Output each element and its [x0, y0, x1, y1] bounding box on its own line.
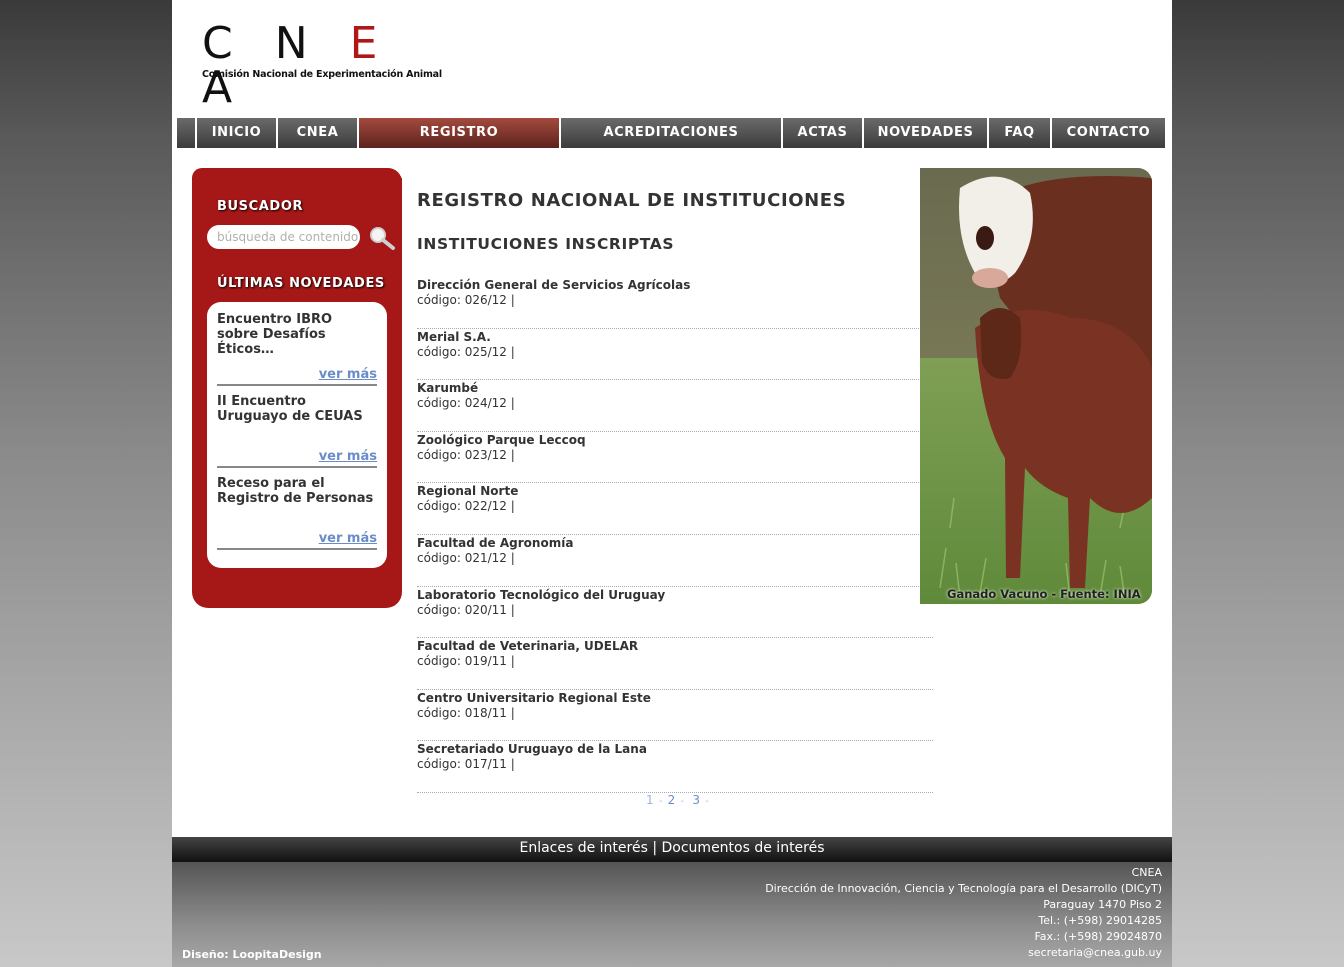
page-1[interactable]: 1: [646, 793, 654, 807]
institution-name[interactable]: Facultad de Veterinaria, UDELAR: [417, 639, 638, 653]
institution-code: código: 021/12 |: [417, 550, 515, 565]
search-input[interactable]: [207, 225, 360, 249]
cnea-logo[interactable]: C N E A Comisión Nacional de Experimenta…: [202, 18, 442, 113]
org-fax: Fax.: (+598) 29024870: [1034, 930, 1162, 943]
org-name: CNEA: [1131, 866, 1162, 879]
pager-separator: -: [702, 796, 709, 807]
list-item: Centro Universitario Regional Este código…: [417, 690, 933, 742]
section-subtitle: INSTITUCIONES INSCRIPTAS: [417, 235, 675, 253]
list-item: Facultad de Veterinaria, UDELAR código: 0…: [417, 638, 933, 690]
list-item: Zoológico Parque Leccoq código: 023/12 |: [417, 432, 933, 484]
institution-name[interactable]: Zoológico Parque Leccoq: [417, 433, 586, 447]
cattle-photo: [920, 168, 1152, 604]
list-item: Laboratorio Tecnológico del Uruguay códig…: [417, 587, 933, 639]
news-heading: ÚLTIMAS NOVEDADES: [217, 276, 385, 291]
page-2[interactable]: 2: [668, 793, 676, 807]
page: C N E A Comisión Nacional de Experimenta…: [172, 0, 1172, 967]
org-department: Dirección de Innovación, Ciencia y Tecno…: [765, 882, 1162, 895]
pager-separator: -: [655, 796, 666, 807]
list-item: Karumbé código: 024/12 |: [417, 380, 933, 432]
institution-name[interactable]: Dirección General de Servicios Agrícolas: [417, 278, 690, 292]
nav-inicio[interactable]: INICIO: [197, 118, 276, 148]
footer: CNEA Dirección de Innovación, Ciencia y …: [172, 862, 1172, 967]
search-icon: [370, 227, 395, 250]
institution-list: Dirección General de Servicios Agrícolas…: [417, 277, 933, 793]
page-title: REGISTRO NACIONAL DE INSTITUCIONES: [417, 190, 847, 211]
institution-code: código: 019/11 |: [417, 654, 515, 669]
logo-subtitle: Comisión Nacional de Experimentación Ani…: [202, 69, 442, 80]
nav-spacer: [177, 118, 195, 148]
news-item: Encuentro IBRO sobre Desafíos Éticos… ve…: [217, 312, 377, 386]
institution-name[interactable]: Regional Norte: [417, 484, 518, 498]
institution-name[interactable]: Merial S.A.: [417, 330, 491, 344]
institution-code: código: 025/12 |: [417, 344, 515, 359]
logo-mark: C N E A: [202, 18, 392, 113]
nav-registro-instituciones[interactable]: REGISTRO INSTITUCIONES: [359, 118, 559, 170]
nav-novedades[interactable]: NOVEDADES: [864, 118, 987, 148]
org-address: Paraguay 1470 Piso 2: [1043, 898, 1162, 911]
institution-code: código: 018/11 |: [417, 705, 515, 720]
institution-name[interactable]: Centro Universitario Regional Este: [417, 691, 651, 705]
nav-acreditaciones[interactable]: ACREDITACIONES: [561, 118, 781, 148]
list-item: Secretariado Uruguayo de la Lana código: …: [417, 741, 933, 793]
sidebar: BUSCADOR ÚLTIMAS NOVEDADES Encuentro IBR…: [192, 178, 402, 608]
design-credit[interactable]: Diseño: LoopitaDesign: [182, 948, 322, 961]
news-title[interactable]: Encuentro IBRO sobre Desafíos Éticos…: [217, 312, 377, 357]
news-title[interactable]: Receso para el Registro de Personas: [217, 476, 377, 506]
news-item: II Encuentro Uruguayo de CEUAS ver más: [217, 394, 377, 468]
photo-caption: Ganado Vacuno - Fuente: INIA: [947, 587, 1141, 601]
nav-faq[interactable]: FAQ: [989, 118, 1050, 148]
nav-contacto[interactable]: CONTACTO: [1052, 118, 1165, 148]
list-item: Facultad de Agronomía código: 021/12 |: [417, 535, 933, 587]
main-content: REGISTRO NACIONAL DE INSTITUCIONES INSTI…: [417, 190, 933, 807]
institution-name[interactable]: Secretariado Uruguayo de la Lana: [417, 742, 647, 756]
institution-code: código: 024/12 |: [417, 396, 515, 411]
page-3[interactable]: 3: [692, 793, 700, 807]
institution-name[interactable]: Facultad de Agronomía: [417, 536, 573, 550]
institution-code: código: 017/11 |: [417, 757, 515, 772]
footer-link-separator: |: [652, 840, 658, 856]
search-button[interactable]: [367, 224, 397, 252]
ver-mas-link[interactable]: ver más: [319, 367, 377, 382]
institution-code: código: 023/12 |: [417, 447, 515, 462]
contact-info: CNEA Dirección de Innovación, Ciencia y …: [765, 865, 1162, 961]
list-item: Merial S.A. código: 025/12 |: [417, 329, 933, 381]
footer-links-bar: Enlaces de interés | Documentos de inter…: [172, 837, 1172, 862]
institution-name[interactable]: Karumbé: [417, 381, 478, 395]
pagination: 1 - 2 - 3 -: [646, 793, 711, 807]
institution-name[interactable]: Laboratorio Tecnológico del Uruguay: [417, 588, 665, 602]
documentos-link[interactable]: Documentos de interés: [662, 840, 825, 856]
org-phone: Tel.: (+598) 29014285: [1038, 914, 1162, 927]
institution-code: código: 022/12 |: [417, 499, 515, 514]
news-item: Receso para el Registro de Personas ver …: [217, 476, 377, 550]
list-item: Regional Norte código: 022/12 |: [417, 483, 933, 535]
institution-code: código: 020/11 |: [417, 602, 515, 617]
cattle-image: [920, 168, 1152, 604]
nav-cnea[interactable]: CNEA: [278, 118, 357, 148]
ver-mas-link[interactable]: ver más: [319, 449, 377, 464]
org-email[interactable]: secretaria@cnea.gub.uy: [765, 945, 1162, 961]
list-item: Dirección General de Servicios Agrícolas…: [417, 277, 933, 329]
search-heading: BUSCADOR: [217, 199, 304, 214]
nav-actas[interactable]: ACTAS: [783, 118, 862, 148]
main-nav: INICIO CNEA REGISTRO INSTITUCIONES ACRED…: [177, 118, 1165, 170]
institution-code: código: 026/12 |: [417, 293, 515, 307]
enlaces-link[interactable]: Enlaces de interés: [519, 840, 647, 856]
ver-mas-link[interactable]: ver más: [319, 531, 377, 546]
news-list: Encuentro IBRO sobre Desafíos Éticos… ve…: [207, 302, 387, 568]
news-title[interactable]: II Encuentro Uruguayo de CEUAS: [217, 394, 377, 424]
pager-separator: -: [677, 796, 691, 807]
